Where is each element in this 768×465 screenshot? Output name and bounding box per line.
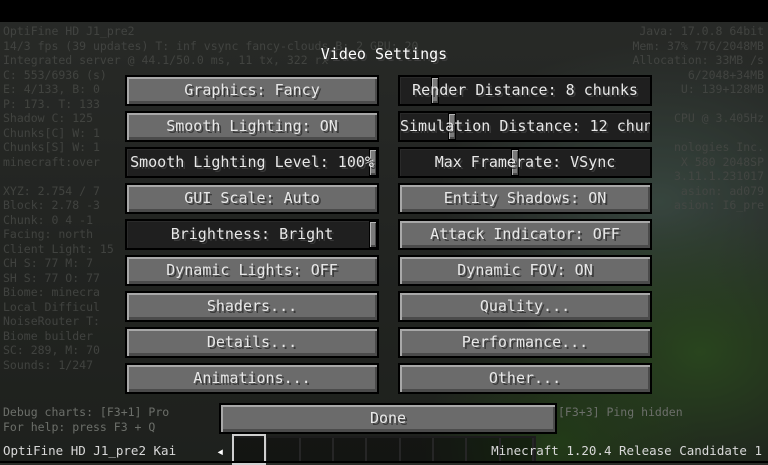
page-title: Video Settings [320, 45, 448, 63]
dynamic-lights-label: Dynamic Lights: OFF [166, 261, 338, 279]
graphics-button[interactable]: Graphics: Fancy [125, 75, 379, 106]
smooth-lighting-label: Smooth Lighting: ON [166, 117, 338, 135]
hotbar-slot[interactable] [367, 438, 401, 461]
hotbar-slot[interactable] [267, 438, 301, 461]
simulation-distance-slider[interactable]: Simulation Distance: 12 chunks [398, 111, 652, 142]
render-distance-slider[interactable]: Render Distance: 8 chunks [398, 75, 652, 106]
brightness-label: Brightness: Bright [170, 225, 334, 243]
letterbox-top [0, 0, 768, 22]
footer-version-right: Minecraft 1.20.4 Release Candidate 1 [491, 443, 762, 458]
done-button-label: Done [369, 409, 407, 427]
other-button[interactable]: Other... [398, 363, 652, 394]
gui-scale-button[interactable]: GUI Scale: Auto [125, 183, 379, 214]
smooth-lighting-level-slider[interactable]: Smooth Lighting Level: 100% [125, 147, 379, 178]
quality-label: Quality... [479, 297, 571, 315]
debug-help-text: Debug charts: [F3+1] Pro For help: press… [3, 405, 170, 434]
attack-indicator-button[interactable]: Attack Indicator: OFF [398, 219, 652, 250]
performance-label: Performance... [461, 333, 589, 351]
graphics-label: Graphics: Fancy [184, 81, 320, 99]
slider-knob[interactable] [369, 221, 377, 248]
entity-shadows-label: Entity Shadows: ON [443, 189, 607, 207]
entity-shadows-button[interactable]: Entity Shadows: ON [398, 183, 652, 214]
debug-ping-hint: [F3+3] Ping hidden [558, 405, 683, 419]
shaders-button[interactable]: Shaders... [125, 291, 379, 322]
performance-button[interactable]: Performance... [398, 327, 652, 358]
footer-version-left: OptiFine HD J1_pre2 Kai [3, 443, 177, 458]
details-button[interactable]: Details... [125, 327, 379, 358]
quality-button[interactable]: Quality... [398, 291, 652, 322]
details-label: Details... [206, 333, 298, 351]
menu-dim-overlay [0, 22, 768, 463]
max-framerate-label: Max Framerate: VSync [434, 153, 616, 171]
dynamic-lights-button[interactable]: Dynamic Lights: OFF [125, 255, 379, 286]
other-label: Other... [488, 369, 562, 387]
shaders-label: Shaders... [206, 297, 298, 315]
dynamic-fov-label: Dynamic FOV: ON [457, 261, 593, 279]
hotbar-slot[interactable] [401, 438, 434, 461]
animations-button[interactable]: Animations... [125, 363, 379, 394]
brightness-slider[interactable]: Brightness: Bright [125, 219, 379, 250]
simulation-distance-label: Simulation Distance: 12 chunks [400, 117, 652, 135]
dynamic-fov-button[interactable]: Dynamic FOV: ON [398, 255, 652, 286]
render-distance-label: Render Distance: 8 chunks [412, 81, 638, 99]
hotbar-slot[interactable] [301, 438, 334, 461]
smooth-lighting-level-label: Smooth Lighting Level: 100% [130, 153, 374, 171]
done-button[interactable]: Done [219, 403, 557, 434]
hotbar-slot[interactable] [434, 438, 468, 461]
smooth-lighting-button[interactable]: Smooth Lighting: ON [125, 111, 379, 142]
attack-indicator-label: Attack Indicator: OFF [430, 225, 620, 243]
hotbar-slot[interactable] [334, 438, 368, 461]
animations-label: Animations... [193, 369, 311, 387]
gui-scale-label: GUI Scale: Auto [184, 189, 320, 207]
max-framerate-slider[interactable]: Max Framerate: VSync [398, 147, 652, 178]
